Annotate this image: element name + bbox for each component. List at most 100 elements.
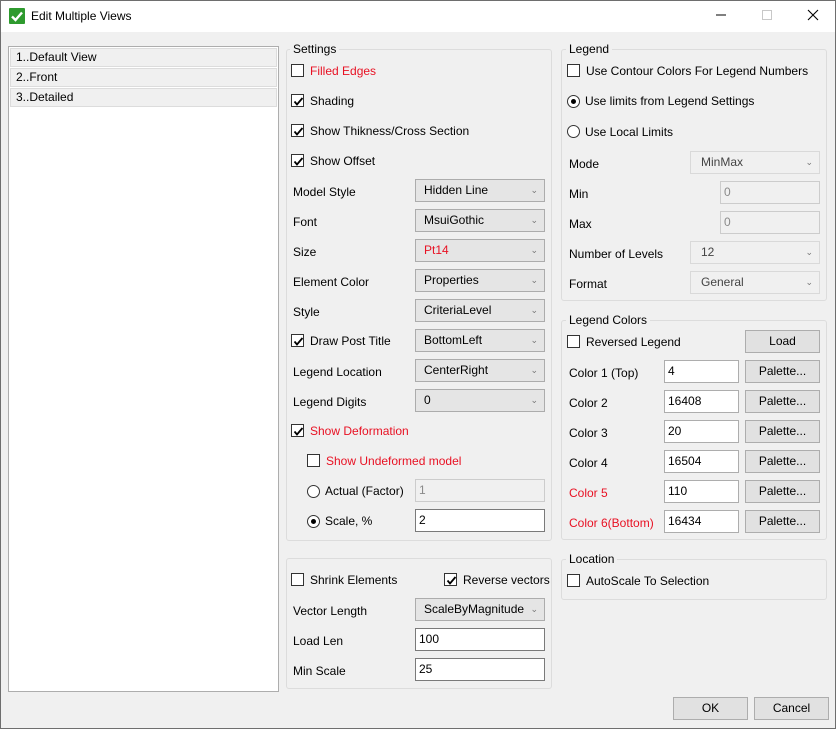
post-title-position-select[interactable]: BottomLeft ⌄	[415, 329, 545, 352]
max-input[interactable]: 0	[720, 211, 820, 234]
scale-percent-label: Scale, %	[325, 514, 373, 528]
use-limits-from-settings-label: Use limits from Legend Settings	[585, 94, 755, 108]
chevron-down-icon: ⌄	[530, 245, 538, 255]
filled-edges-checkbox[interactable]	[291, 64, 304, 77]
color-value-input[interactable]: 16408	[664, 390, 739, 413]
shrink-elements-checkbox[interactable]	[291, 573, 304, 586]
chevron-down-icon: ⌄	[530, 335, 538, 345]
use-contour-colors-label: Use Contour Colors For Legend Numbers	[586, 64, 809, 78]
legend-digits-select[interactable]: 0 ⌄	[415, 389, 545, 412]
actual-factor-input[interactable]: 1	[415, 479, 545, 502]
chevron-down-icon: ⌄	[530, 604, 538, 614]
actual-factor-label: Actual (Factor)	[325, 484, 404, 498]
view-item[interactable]: 3..Detailed	[10, 88, 277, 107]
palette-button[interactable]: Palette...	[745, 390, 820, 413]
levels-value: 12	[701, 245, 715, 259]
palette-button[interactable]: Palette...	[745, 450, 820, 473]
legend-digits-value: 0	[424, 393, 431, 407]
show-deformation-checkbox[interactable]	[291, 424, 304, 437]
color-label: Color 5	[569, 486, 608, 500]
show-offset-label: Show Offset	[310, 154, 376, 168]
font-select[interactable]: MsuiGothic ⌄	[415, 209, 545, 232]
color-value-input[interactable]: 4	[664, 360, 739, 383]
legend-location-select[interactable]: CenterRight ⌄	[415, 359, 545, 382]
checkmark-icon	[293, 427, 304, 436]
mode-value: MinMax	[701, 155, 744, 169]
shading-checkbox[interactable]	[291, 94, 304, 107]
reverse-vectors-checkbox[interactable]	[444, 573, 457, 586]
load-len-label: Load Len	[293, 634, 344, 648]
model-style-select[interactable]: Hidden Line ⌄	[415, 179, 545, 202]
show-deformation-label: Show Deformation	[310, 424, 409, 438]
maximize-button[interactable]	[744, 1, 790, 31]
style-select[interactable]: CriteriaLevel ⌄	[415, 299, 545, 322]
color-label: Color 3	[569, 426, 608, 440]
use-local-limits-label: Use Local Limits	[585, 125, 674, 139]
view-item[interactable]: 2..Front	[10, 68, 277, 87]
actual-factor-radio[interactable]	[307, 485, 320, 498]
reversed-legend-checkbox[interactable]	[567, 335, 580, 348]
legend-colors-group-title: Legend Colors	[566, 313, 651, 327]
checkmark-app-icon	[9, 8, 25, 24]
close-button[interactable]	[790, 1, 836, 31]
min-input[interactable]: 0	[720, 181, 820, 204]
min-scale-input[interactable]: 25	[415, 658, 545, 681]
reverse-vectors-label: Reverse vectors	[463, 573, 550, 587]
autoscale-checkbox[interactable]	[567, 574, 580, 587]
chevron-down-icon: ⌄	[805, 277, 813, 287]
color-value-input[interactable]: 16504	[664, 450, 739, 473]
palette-button[interactable]: Palette...	[745, 510, 820, 533]
vector-length-value: ScaleByMagnitude	[424, 602, 525, 616]
color-value-input[interactable]: 110	[664, 480, 739, 503]
element-color-value: Properties	[424, 273, 479, 287]
use-limits-from-settings-radio[interactable]	[567, 95, 580, 108]
use-local-limits-radio[interactable]	[567, 125, 580, 138]
style-label: Style	[293, 305, 320, 319]
vector-length-label: Vector Length	[293, 604, 368, 618]
mode-label: Mode	[569, 157, 600, 171]
shading-label: Shading	[310, 94, 355, 108]
load-button[interactable]: Load	[745, 330, 820, 353]
legend-digits-label: Legend Digits	[293, 395, 367, 409]
mode-select[interactable]: MinMax ⌄	[690, 151, 820, 174]
size-select[interactable]: Pt14 ⌄	[415, 239, 545, 262]
color-label: Color 6(Bottom)	[569, 516, 654, 530]
max-label: Max	[569, 217, 592, 231]
show-thickness-label: Show Thikness/Cross Section	[310, 124, 470, 138]
color-value-input[interactable]: 20	[664, 420, 739, 443]
chevron-down-icon: ⌄	[530, 185, 538, 195]
settings-group-title: Settings	[290, 42, 340, 56]
format-value: General	[701, 275, 744, 289]
checkmark-icon	[446, 576, 457, 585]
color-label: Color 1 (Top)	[569, 366, 639, 380]
views-list[interactable]: 1..Default View 2..Front 3..Detailed	[8, 46, 279, 692]
levels-select[interactable]: 12 ⌄	[690, 241, 820, 264]
style-value: CriteriaLevel	[424, 303, 492, 317]
legend-location-label: Legend Location	[293, 365, 382, 379]
scale-percent-radio[interactable]	[307, 515, 320, 528]
ok-button[interactable]: OK	[673, 697, 748, 720]
draw-post-title-checkbox[interactable]	[291, 334, 304, 347]
vector-length-select[interactable]: ScaleByMagnitude ⌄	[415, 598, 545, 621]
edit-multiple-views-dialog: Edit Multiple Views 1..Default View 2..F…	[0, 0, 836, 729]
minimize-button[interactable]	[698, 1, 744, 31]
show-offset-checkbox[interactable]	[291, 154, 304, 167]
color-value-input[interactable]: 16434	[664, 510, 739, 533]
format-select[interactable]: General ⌄	[690, 271, 820, 294]
cancel-button[interactable]: Cancel	[754, 697, 829, 720]
model-style-label: Model Style	[293, 185, 356, 199]
element-color-select[interactable]: Properties ⌄	[415, 269, 545, 292]
show-thickness-checkbox[interactable]	[291, 124, 304, 137]
palette-button[interactable]: Palette...	[745, 480, 820, 503]
show-undeformed-checkbox[interactable]	[307, 454, 320, 467]
view-item[interactable]: 1..Default View	[10, 48, 277, 67]
palette-button[interactable]: Palette...	[745, 420, 820, 443]
load-len-input[interactable]: 100	[415, 628, 545, 651]
palette-button[interactable]: Palette...	[745, 360, 820, 383]
color-label: Color 4	[569, 456, 608, 470]
checkmark-icon	[293, 337, 304, 346]
scale-percent-input[interactable]: 2	[415, 509, 545, 532]
chevron-down-icon: ⌄	[530, 275, 538, 285]
reversed-legend-label: Reversed Legend	[586, 335, 681, 349]
use-contour-colors-checkbox[interactable]	[567, 64, 580, 77]
